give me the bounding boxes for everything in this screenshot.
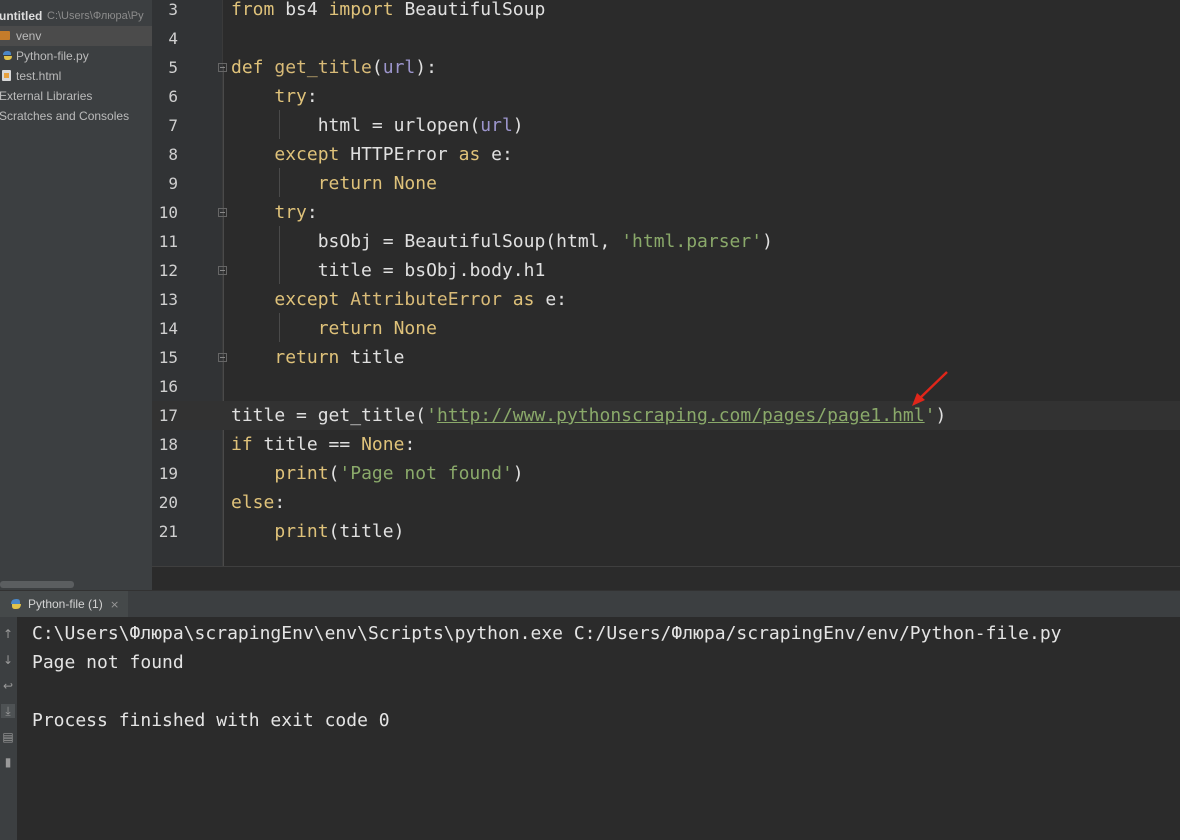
run-console[interactable]: C:\Users\Флюра\scrapingEnv\env\Scripts\p…	[17, 617, 1180, 840]
line-number: 15	[158, 348, 178, 367]
fold-marker-icon[interactable]	[218, 266, 227, 275]
code-text: except HTTPError as e:	[274, 144, 513, 165]
line-number: 13	[158, 290, 178, 309]
code-text: title = get_title('http://www.pythonscra…	[231, 405, 947, 426]
project-tool-window: untitled C:\Users\Флюра\Py venv Python-f…	[0, 0, 152, 590]
python-file-icon	[3, 51, 12, 60]
code-editor[interactable]: 3 from bs4 import BeautifulSoup 4 5 def get_…	[152, 0, 1180, 590]
run-tab[interactable]: Python-file (1) ×	[0, 591, 128, 618]
tree-item-venv[interactable]: venv	[0, 26, 152, 46]
code-text: if title == None:	[231, 434, 416, 455]
code-line[interactable]: 13 except AttributeError as e:	[152, 285, 1180, 314]
line-number: 17	[158, 406, 178, 425]
code-text: def get_title(url):	[231, 57, 437, 78]
run-tab-label: Python-file (1)	[28, 597, 103, 611]
editor-bottom-divider	[152, 566, 1180, 567]
line-number: 6	[168, 87, 178, 106]
scroll-up-icon[interactable]: ↑	[1, 627, 15, 641]
soft-wrap-icon[interactable]: ↩	[1, 679, 15, 693]
tree-item-label: venv	[16, 29, 42, 43]
line-number: 14	[158, 319, 178, 338]
code-line[interactable]: 10 try:	[152, 198, 1180, 227]
code-text: try:	[274, 202, 318, 223]
fold-marker-icon[interactable]	[218, 353, 227, 362]
code-text: bsObj = BeautifulSoup(html, 'html.parser…	[317, 231, 773, 252]
code-text: else:	[231, 492, 286, 513]
url-string[interactable]: http://www.pythonscraping.com/pages/page…	[437, 405, 925, 426]
html-file-icon	[2, 70, 11, 81]
tree-item-label: Scratches and Consoles	[0, 109, 130, 123]
tree-item-label: test.html	[16, 69, 62, 83]
trash-icon[interactable]: ▮	[1, 755, 15, 769]
code-text: return title	[274, 347, 405, 368]
tree-item-test-html[interactable]: test.html	[0, 66, 152, 86]
line-number: 12	[158, 261, 178, 280]
tree-item-external-libraries[interactable]: External Libraries	[0, 86, 152, 106]
print-icon[interactable]: ▤	[1, 730, 15, 744]
project-root[interactable]: untitled C:\Users\Флюра\Py	[0, 6, 152, 26]
run-tool-window-header: Python-file (1) ×	[0, 590, 1180, 619]
code-text: title = bsObj.body.h1	[317, 260, 546, 281]
code-line[interactable]: 19 print('Page not found')	[152, 459, 1180, 488]
code-text: html = urlopen(url)	[317, 115, 524, 136]
line-number: 5	[168, 58, 178, 77]
scroll-to-end-icon[interactable]: ⤓	[1, 704, 15, 718]
code-text: from bs4 import BeautifulSoup	[231, 0, 546, 20]
code-line[interactable]: 17 title = get_title('http://www.pythonsc…	[152, 401, 1180, 430]
project-root-path: C:\Users\Флюра\Py	[47, 10, 144, 22]
console-line-command: C:\Users\Флюра\scrapingEnv\env\Scripts\p…	[32, 623, 1062, 644]
line-number: 7	[168, 116, 178, 135]
code-line[interactable]: 9 return None	[152, 169, 1180, 198]
folder-icon	[0, 31, 10, 40]
code-text: print(title)	[274, 521, 405, 542]
project-root-name: untitled	[0, 9, 43, 23]
line-number: 16	[158, 377, 178, 396]
code-line[interactable]: 7 html = urlopen(url)	[152, 111, 1180, 140]
code-line[interactable]: 12 title = bsObj.body.h1	[152, 256, 1180, 285]
line-number: 3	[168, 0, 178, 19]
console-line-exit-status: Process finished with exit code 0	[32, 710, 390, 731]
code-line[interactable]: 21 print(title)	[152, 517, 1180, 546]
code-line[interactable]: 14 return None	[152, 314, 1180, 343]
line-number: 18	[158, 435, 178, 454]
tree-item-scratches[interactable]: Scratches and Consoles	[0, 106, 152, 126]
code-line[interactable]: 6 try:	[152, 82, 1180, 111]
code-text: try:	[274, 86, 318, 107]
code-line[interactable]: 20 else:	[152, 488, 1180, 517]
line-number: 20	[158, 493, 178, 512]
tree-item-python-file[interactable]: Python-file.py	[0, 46, 152, 66]
code-line[interactable]: 8 except HTTPError as e:	[152, 140, 1180, 169]
close-tab-icon[interactable]: ×	[110, 591, 119, 618]
tree-item-label: Python-file.py	[16, 49, 89, 63]
code-line[interactable]: 11 bsObj = BeautifulSoup(html, 'html.par…	[152, 227, 1180, 256]
scroll-down-icon[interactable]: ↓	[1, 653, 15, 667]
code-line[interactable]: 3 from bs4 import BeautifulSoup	[152, 0, 1180, 24]
code-text: return None	[317, 173, 437, 194]
code-line[interactable]: 16	[152, 372, 1180, 401]
code-line[interactable]: 18 if title == None:	[152, 430, 1180, 459]
line-number: 11	[158, 232, 178, 251]
line-number: 19	[158, 464, 178, 483]
sidebar-horizontal-scrollbar[interactable]	[0, 581, 74, 588]
fold-marker-icon[interactable]	[218, 63, 227, 72]
line-number: 9	[168, 174, 178, 193]
code-line[interactable]: 4	[152, 24, 1180, 53]
code-text: return None	[317, 318, 437, 339]
code-text: print('Page not found')	[274, 463, 524, 484]
fold-marker-icon[interactable]	[218, 208, 227, 217]
code-text: except AttributeError as e:	[274, 289, 568, 310]
tree-item-label: External Libraries	[0, 89, 93, 103]
red-arrow-annotation-icon	[912, 371, 948, 406]
line-number: 10	[158, 203, 178, 222]
code-line[interactable]: 15 return title	[152, 343, 1180, 372]
code-line[interactable]: 5 def get_title(url):	[152, 53, 1180, 82]
console-line-output: Page not found	[32, 652, 184, 673]
run-toolbar: ↑ ↓ ↩ ⤓ ▤ ▮	[0, 617, 17, 840]
line-number: 21	[158, 522, 178, 541]
line-number: 8	[168, 145, 178, 164]
line-number: 4	[168, 29, 178, 48]
python-run-icon	[11, 599, 21, 609]
